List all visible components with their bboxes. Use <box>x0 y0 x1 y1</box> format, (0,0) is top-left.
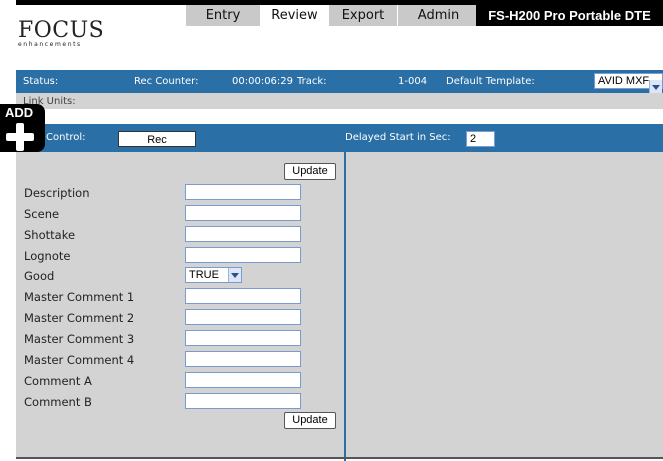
status-bar: Status: Rec Counter: 00:00:06:29 Track: … <box>16 70 663 94</box>
track-label: Track: <box>297 76 327 87</box>
tab-review[interactable]: Review <box>261 5 329 26</box>
good-value: TRUE <box>189 269 219 281</box>
update-button-top[interactable]: Update <box>284 163 336 180</box>
app-frame: FOCUS enhancements Entry Review Export A… <box>16 0 663 461</box>
default-template-label: Default Template: <box>446 76 535 87</box>
master-comment-2-label: Master Comment 2 <box>24 311 135 325</box>
lognote-label: Lognote <box>24 249 71 263</box>
comment-b-label: Comment B <box>24 395 92 409</box>
add-label: ADD <box>5 105 34 120</box>
rec-counter-value: 00:00:06:29 <box>232 76 294 87</box>
lognote-input[interactable] <box>185 247 301 263</box>
description-label: Description <box>24 186 90 200</box>
add-widget-button[interactable]: ADD <box>0 104 45 152</box>
track-value: 1-004 <box>398 76 428 87</box>
master-comment-1-input[interactable] <box>185 288 301 304</box>
rec-counter-label: Rec Counter: <box>134 76 199 87</box>
shottake-input[interactable] <box>185 226 301 242</box>
delayed-start-label: Delayed Start in Sec: <box>345 132 451 143</box>
tab-admin[interactable]: Admin <box>398 5 480 26</box>
comment-a-label: Comment A <box>24 374 92 388</box>
nav-tabs: Entry Review Export Admin <box>186 5 480 26</box>
default-template-value: AVID MXF <box>598 75 650 87</box>
master-comment-3-input[interactable] <box>185 330 301 346</box>
right-pane <box>346 152 663 457</box>
description-input[interactable] <box>185 184 301 200</box>
master-comment-4-input[interactable] <box>185 351 301 367</box>
chevron-down-icon[interactable] <box>649 80 662 94</box>
link-units-row: Link Units: <box>16 93 663 109</box>
master-comment-4-label: Master Comment 4 <box>24 353 135 367</box>
scene-input[interactable] <box>185 205 301 221</box>
update-button-bottom[interactable]: Update <box>284 412 336 429</box>
scene-label: Scene <box>24 207 60 221</box>
control-label: Control: <box>46 132 86 143</box>
comment-b-input[interactable] <box>185 393 301 409</box>
focus-logo: FOCUS enhancements <box>18 18 105 49</box>
tab-export[interactable]: Export <box>329 5 398 26</box>
logo-text: FOCUS <box>18 18 105 43</box>
control-bar: Control: Rec Delayed Start in Sec: 2 <box>16 124 663 152</box>
master-comment-2-input[interactable] <box>185 309 301 325</box>
rec-button[interactable]: Rec <box>118 131 196 147</box>
product-title: FS-H200 Pro Portable DTE <box>476 5 663 26</box>
master-comment-3-label: Master Comment 3 <box>24 332 135 346</box>
default-template-select[interactable]: AVID MXF <box>594 73 663 94</box>
chevron-down-icon[interactable] <box>228 268 241 282</box>
good-label: Good <box>24 269 55 283</box>
comment-a-input[interactable] <box>185 372 301 388</box>
master-comment-1-label: Master Comment 1 <box>24 290 135 304</box>
shottake-label: Shottake <box>24 228 76 242</box>
good-select[interactable]: TRUE <box>185 267 242 283</box>
bottom-border <box>16 457 663 459</box>
tab-entry[interactable]: Entry <box>186 5 261 26</box>
metadata-form-pane: Update Description Scene Shottake Lognot… <box>16 152 344 457</box>
delayed-start-input[interactable]: 2 <box>466 131 495 147</box>
status-label: Status: <box>23 76 59 87</box>
